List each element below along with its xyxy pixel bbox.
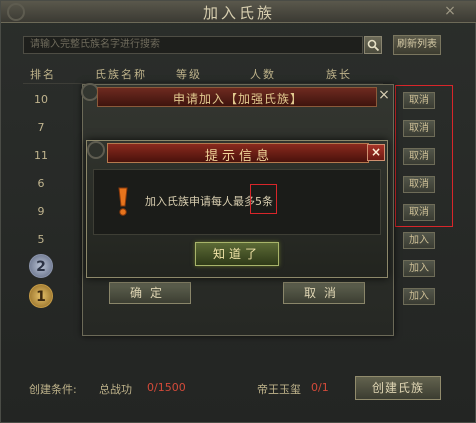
column-header-level: 等级 bbox=[176, 68, 202, 81]
create-clan-button[interactable]: 创建氏族 bbox=[355, 376, 441, 400]
main-close-icon[interactable]: × bbox=[441, 2, 459, 20]
rank-badge-icon: 1 bbox=[29, 284, 53, 308]
corner-ornament-icon bbox=[7, 3, 25, 21]
cancel-button[interactable]: 取消 bbox=[283, 282, 365, 304]
rank-cell: 9 bbox=[37, 205, 45, 218]
refresh-list-button[interactable]: 刷新列表 bbox=[393, 35, 441, 55]
rank-cell: 10 bbox=[34, 93, 48, 106]
total-power-label: 总战功 bbox=[99, 383, 132, 396]
warning-icon bbox=[118, 187, 128, 216]
search-button[interactable] bbox=[364, 36, 382, 54]
acknowledge-button[interactable]: 知道了 bbox=[195, 242, 279, 266]
apply-close-icon[interactable]: × bbox=[375, 87, 393, 103]
rank-cell: 5 bbox=[37, 233, 45, 246]
column-header-clan-name: 氏族名称 bbox=[95, 68, 147, 81]
limit-highlight bbox=[250, 184, 277, 214]
column-header-members: 人数 bbox=[250, 68, 276, 81]
info-title-bar: 提示信息 bbox=[107, 143, 369, 164]
corner-ornament-icon bbox=[87, 141, 105, 159]
column-header-rank: 排名 bbox=[30, 68, 56, 81]
info-dialog: 提示信息 × 加入氏族申请每人最多5条 知道了 bbox=[86, 140, 388, 278]
info-dialog-title: 提示信息 bbox=[204, 149, 273, 164]
rank-cell: 11 bbox=[34, 149, 48, 162]
rank-cell: 6 bbox=[37, 177, 45, 190]
rank-badge-icon: 2 bbox=[29, 254, 53, 278]
search-icon bbox=[367, 39, 380, 52]
main-title: 加入氏族 bbox=[202, 4, 275, 22]
create-condition-label: 创建条件: bbox=[29, 383, 77, 396]
apply-title-bar: 申请加入【加强氏族】 bbox=[97, 87, 377, 107]
main-title-bar: 加入氏族 bbox=[1, 1, 476, 23]
join-clan-button[interactable]: 加入 bbox=[403, 288, 435, 305]
message-prefix: 加入氏族申请每人最多 bbox=[145, 195, 255, 208]
rank-cell: 7 bbox=[37, 121, 45, 134]
clan-search-input[interactable]: 请输入完整氏族名字进行搜索 bbox=[23, 36, 363, 54]
info-close-icon[interactable]: × bbox=[367, 144, 385, 161]
imperial-seal-label: 帝王玉玺 bbox=[257, 383, 301, 396]
imperial-seal-value: 0/1 bbox=[311, 381, 329, 394]
total-power-value: 0/1500 bbox=[147, 381, 186, 394]
apply-dialog-title: 申请加入【加强氏族】 bbox=[172, 92, 303, 106]
cancel-buttons-highlight bbox=[395, 85, 453, 227]
join-clan-button[interactable]: 加入 bbox=[403, 232, 435, 249]
column-header-leader: 族长 bbox=[326, 68, 352, 81]
confirm-button[interactable]: 确定 bbox=[109, 282, 191, 304]
join-clan-button[interactable]: 加入 bbox=[403, 260, 435, 277]
